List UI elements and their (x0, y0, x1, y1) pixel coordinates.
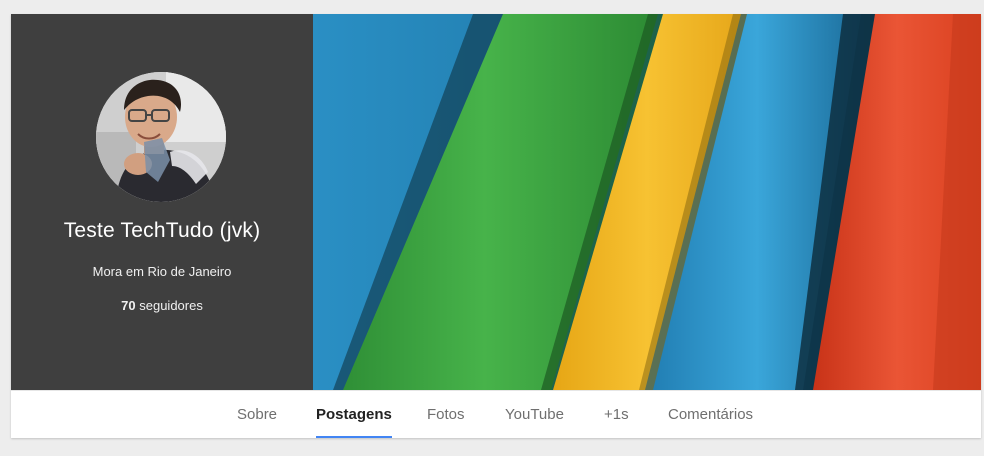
followers-count: 70 (121, 298, 136, 313)
cover-photo[interactable] (313, 14, 981, 390)
followers-info[interactable]: 70 seguidores (11, 298, 313, 313)
avatar-photo (96, 72, 226, 202)
tab-sobre[interactable]: Sobre (237, 391, 277, 438)
profile-avatar[interactable] (96, 72, 226, 202)
profile-header-card: Teste TechTudo (jvk) Mora em Rio de Jane… (11, 14, 981, 438)
tab-comentarios[interactable]: Comentários (668, 391, 753, 438)
tab-fotos[interactable]: Fotos (427, 391, 465, 438)
profile-tabs: Sobre Postagens Fotos YouTube +1s Coment… (11, 390, 981, 438)
profile-name: Teste TechTudo (jvk) (63, 219, 261, 242)
tab-youtube[interactable]: YouTube (505, 391, 564, 438)
followers-label: seguidores (139, 298, 203, 313)
profile-location: Mora em Rio de Janeiro (92, 264, 232, 279)
tab-postagens[interactable]: Postagens (316, 391, 392, 438)
tab-plus-ones[interactable]: +1s (604, 391, 629, 438)
cover-photo-image (313, 14, 981, 390)
profile-info-panel: Teste TechTudo (jvk) Mora em Rio de Jane… (11, 14, 313, 390)
